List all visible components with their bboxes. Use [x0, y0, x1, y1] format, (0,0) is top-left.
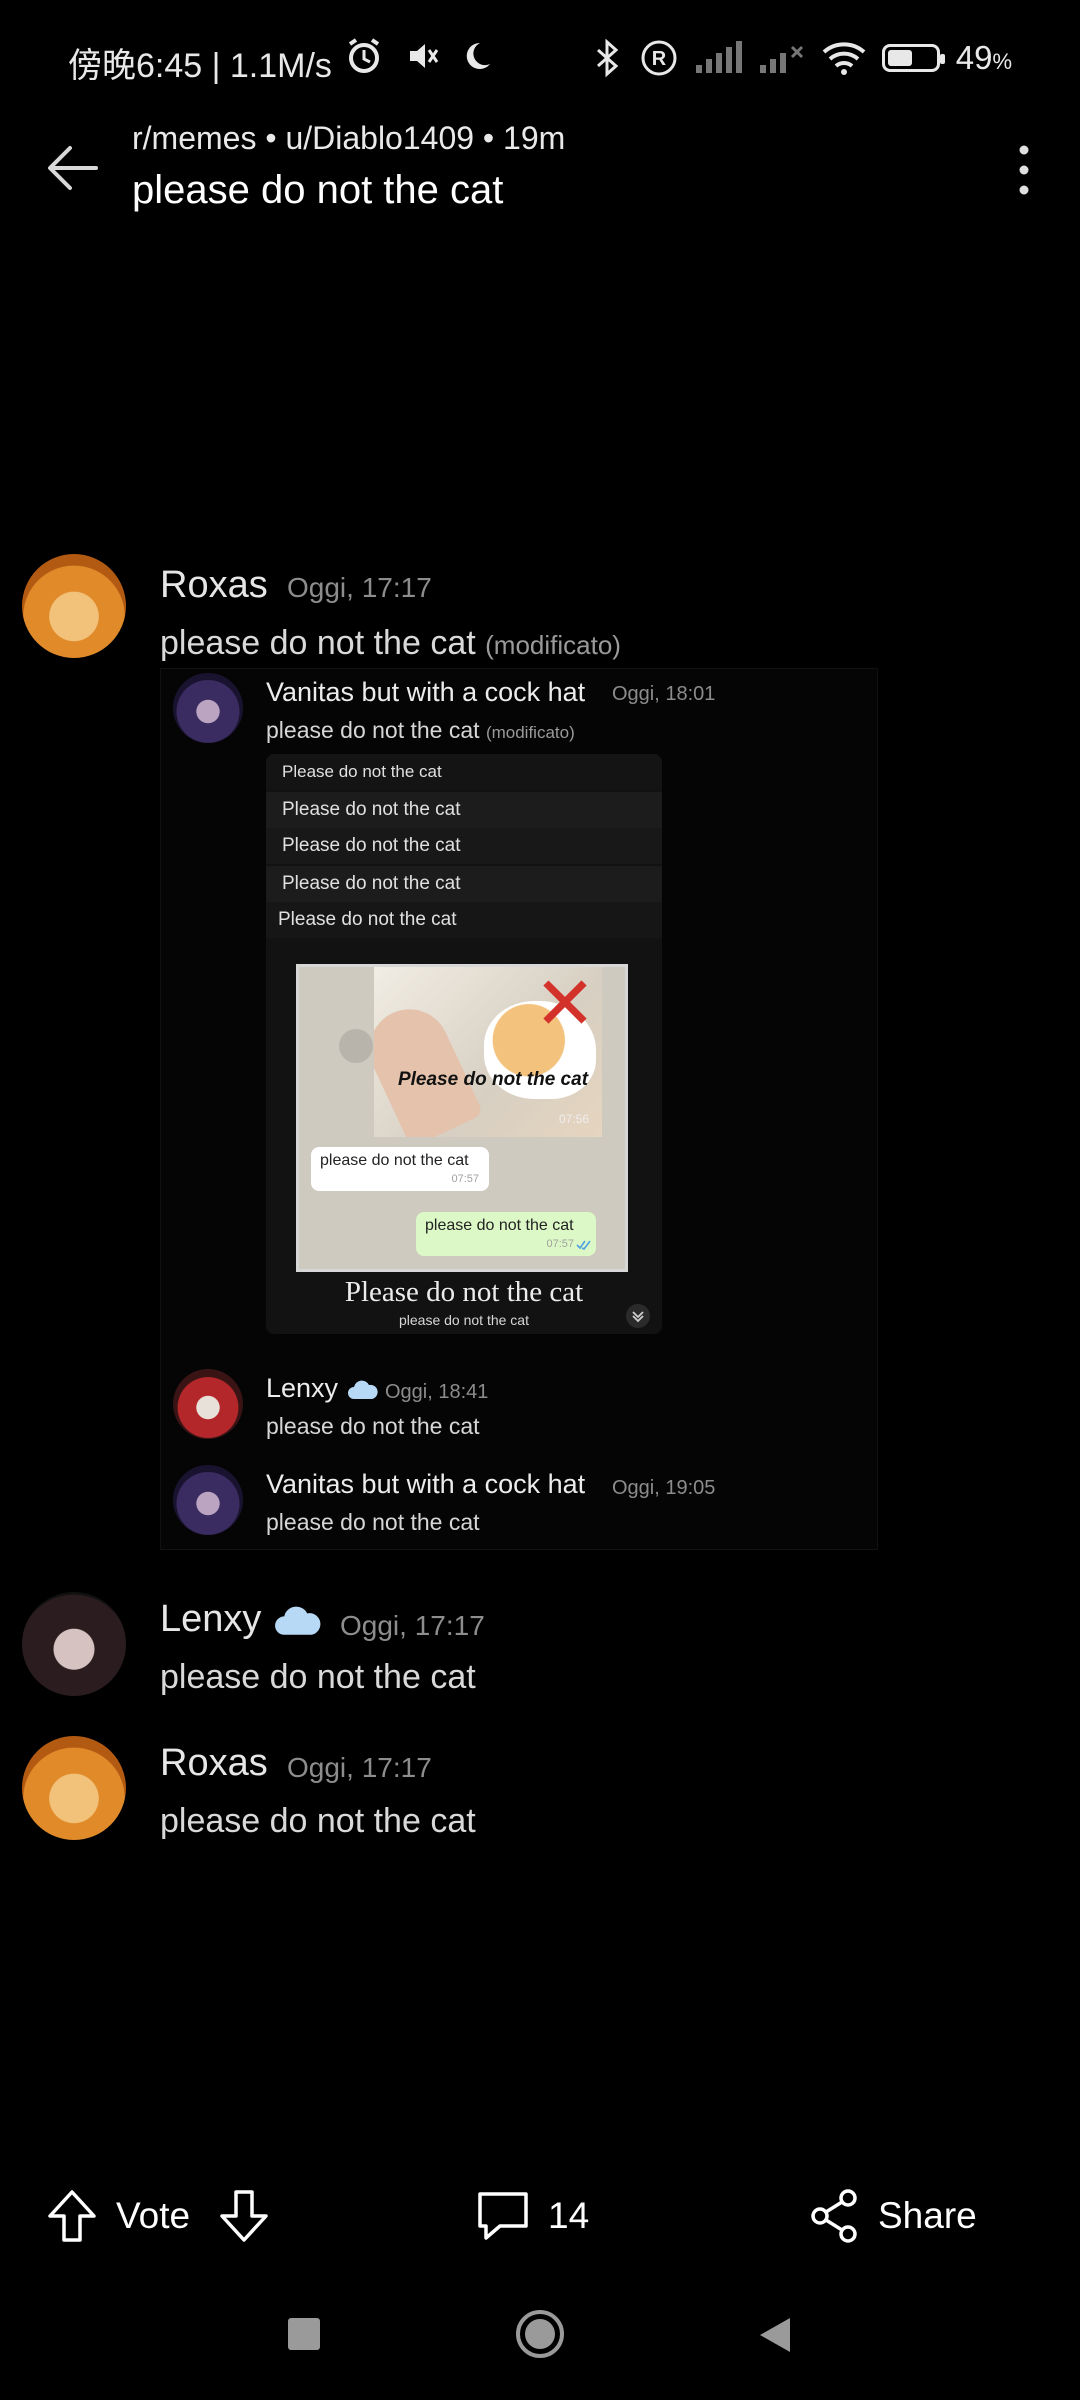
- embedded-screenshot: ✕ Please do not the cat 07:56 please do …: [296, 964, 628, 1272]
- bluetooth-icon: [596, 38, 618, 78]
- message-text: please do not the cat (modificato): [160, 624, 621, 663]
- signal-x-icon: [759, 45, 803, 73]
- home-circle-icon[interactable]: [514, 2308, 566, 2360]
- embed-row: Please do not the cat: [266, 828, 662, 864]
- message-author-name: Lenxy: [160, 1598, 262, 1640]
- inner-body-1: please do not the cat: [266, 717, 480, 743]
- message-author: Lenxy: [160, 1598, 324, 1641]
- bubble-text: please do not the cat: [320, 1152, 469, 1169]
- moon-icon: [466, 42, 490, 69]
- avatar-lenxy: [22, 1592, 126, 1696]
- vote-group: Vote: [44, 2180, 272, 2252]
- chat-bubble-sent: please do not the cat 07:57: [416, 1212, 596, 1256]
- chat-bubble-received: please do not the cat 07:57: [311, 1147, 489, 1191]
- double-check-icon: [576, 1240, 591, 1250]
- recents-square-icon[interactable]: [288, 2318, 320, 2350]
- comments-button[interactable]: 14: [474, 2180, 589, 2252]
- status-bar: 傍晚6:45 | 1.1M/s R 49 %: [0, 0, 1080, 120]
- inner-author-3: Vanitas but with a cock hat: [266, 1469, 586, 1499]
- bubble-time: 07:57: [451, 1173, 479, 1185]
- message-time: Oggi, 17:17: [340, 1610, 485, 1641]
- alarm-icon: [348, 38, 380, 73]
- battery-icon: [881, 44, 945, 72]
- embed-row: Please do not the cat: [266, 902, 662, 938]
- more-vertical-icon[interactable]: [1006, 140, 1042, 200]
- inner-time-3: Oggi, 19:05: [612, 1477, 716, 1499]
- inner-text-2: please do not the cat: [266, 1413, 480, 1439]
- embed-subcaption: please do not the cat: [399, 1312, 529, 1328]
- system-navigation-bar: [0, 2290, 1080, 2380]
- message-author: Roxas: [160, 1742, 268, 1784]
- avatar-roxas: [22, 554, 126, 658]
- battery-percent: 49 %: [956, 39, 1012, 77]
- status-icons-right: R 49 %: [590, 38, 1012, 78]
- embed-row: Please do not the cat: [266, 754, 662, 790]
- signal-icon: [695, 41, 742, 73]
- comment-icon: [478, 2192, 528, 2240]
- message-author: Roxas: [160, 564, 268, 606]
- message-body: please do not the cat: [160, 624, 476, 662]
- inner-author-2: Lenxy: [266, 1373, 380, 1404]
- svg-text:R: R: [651, 48, 666, 70]
- embed-row: Please do not the cat: [266, 866, 662, 902]
- post-title: please do not the cat: [132, 168, 504, 212]
- share-label: Share: [878, 2195, 977, 2236]
- message-time: Oggi, 17:17: [287, 572, 432, 603]
- mute-icon: [410, 44, 439, 68]
- inner-edited-tag: (modificato): [485, 723, 575, 742]
- avatar-vanitas: [173, 673, 243, 743]
- share-button[interactable]: Share: [806, 2180, 977, 2252]
- hand-illustration: [374, 996, 484, 1137]
- battery-fill: [887, 50, 912, 66]
- post-image[interactable]: Roxas Oggi, 17:17 please do not the cat …: [0, 520, 1080, 1860]
- bubble-text: please do not the cat: [425, 1217, 574, 1234]
- message-text: please do not the cat: [160, 1802, 476, 1840]
- avatar-roxas: [22, 1736, 126, 1840]
- inner-time-1: Oggi, 18:01: [612, 683, 716, 705]
- avatar-vanitas: [173, 1465, 243, 1535]
- photo-caption: Please do not the cat: [397, 1069, 589, 1090]
- message-time: Oggi, 17:17: [287, 1752, 432, 1783]
- cloud-icon: [347, 1380, 378, 1399]
- battery-level: 49: [955, 39, 993, 76]
- back-triangle-icon[interactable]: [758, 2316, 794, 2354]
- edited-tag: (modificato): [485, 630, 621, 660]
- arrow-up-icon[interactable]: [44, 2186, 100, 2246]
- inner-author-2-name: Lenxy: [266, 1373, 339, 1403]
- share-icon: [811, 2189, 857, 2243]
- inner-text-1: please do not the cat (modificato): [266, 717, 575, 744]
- registered-icon: R: [641, 40, 677, 76]
- red-x-icon: ✕: [534, 967, 597, 1045]
- cat-photo: ✕ Please do not the cat 07:56: [374, 967, 602, 1137]
- avatar-lenxy: [173, 1369, 243, 1439]
- comments-count: 14: [548, 2195, 590, 2236]
- embed-preview: Please do not the cat Please do not the …: [266, 754, 662, 1334]
- inner-author-1: Vanitas but with a cock hat: [266, 677, 586, 707]
- cloud-icon: [275, 1606, 321, 1635]
- status-icons-left: [344, 36, 494, 76]
- wifi-icon: [822, 42, 866, 75]
- battery-unit: %: [992, 49, 1012, 74]
- post-meta[interactable]: r/memes • u/Diablo1409 • 19m: [132, 120, 565, 157]
- inner-text-3: please do not the cat: [266, 1509, 480, 1535]
- photo-time: 07:56: [559, 1112, 590, 1126]
- forward-icon: [339, 1029, 373, 1063]
- inner-time-2: Oggi, 18:41: [385, 1381, 489, 1403]
- back-arrow-icon[interactable]: [38, 132, 110, 204]
- status-time: 傍晚6:45 | 1.1M/s: [68, 47, 332, 85]
- message-text: please do not the cat: [160, 1658, 476, 1696]
- chevron-down-icon: [626, 1304, 650, 1328]
- quoted-chat-card: Vanitas but with a cock hat Oggi, 18:01 …: [160, 668, 878, 1550]
- embed-row: Please do not the cat: [266, 792, 662, 828]
- bubble-time: 07:57: [546, 1238, 574, 1250]
- embed-caption: Please do not the cat: [344, 1276, 584, 1308]
- arrow-down-icon[interactable]: [216, 2186, 272, 2246]
- vote-label: Vote: [116, 2195, 191, 2236]
